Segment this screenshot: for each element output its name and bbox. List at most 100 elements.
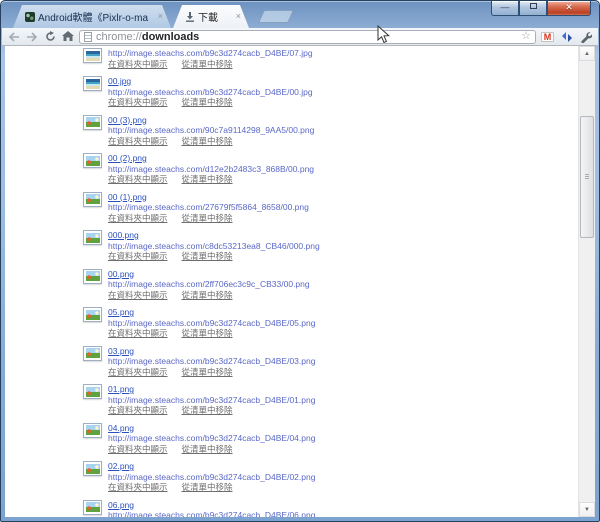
bookmark-star-icon[interactable]: ☆ xyxy=(521,31,531,42)
image-file-icon xyxy=(83,384,102,399)
downloads-list: http://image.steachs.com/b9c3d274cacb_D4… xyxy=(5,46,595,517)
download-source-url: http://image.steachs.com/b9c3d274cacb_D4… xyxy=(108,48,313,58)
new-tab-button[interactable] xyxy=(258,10,294,23)
show-in-folder-link[interactable]: 在資料夾中顯示 xyxy=(108,174,168,185)
download-filename-link[interactable]: 04.png xyxy=(108,423,134,434)
image-file-icon xyxy=(83,461,102,476)
download-source-url: http://image.steachs.com/27679f5f5864_86… xyxy=(108,202,309,212)
download-filename-link[interactable]: 02.png xyxy=(108,461,134,472)
download-filename-link[interactable]: 00.jpg xyxy=(108,76,131,87)
remove-from-list-link[interactable]: 從清單中移除 xyxy=(182,444,233,455)
titlebar: Android軟體《Pixlr-o-ma × 下載 × — ✕ xyxy=(1,1,599,28)
download-item-text: 03.png http://image.steachs.com/b9c3d274… xyxy=(108,346,315,378)
tab-android-article[interactable]: Android軟體《Pixlr-o-ma × xyxy=(13,5,171,28)
download-actions: 在資料夾中顯示 從清單中移除 xyxy=(108,136,314,147)
download-actions: 在資料夾中顯示 從清單中移除 xyxy=(108,251,320,262)
show-in-folder-link[interactable]: 在資料夾中顯示 xyxy=(108,213,168,224)
address-bar[interactable]: chrome://downloads ☆ xyxy=(79,29,536,44)
download-source-url: http://image.steachs.com/b9c3d274cacb_D4… xyxy=(108,356,316,366)
remove-from-list-link[interactable]: 從清單中移除 xyxy=(182,174,233,185)
show-in-folder-link[interactable]: 在資料夾中顯示 xyxy=(108,251,168,262)
remove-from-list-link[interactable]: 從清單中移除 xyxy=(182,290,233,301)
extension-icon[interactable] xyxy=(559,29,574,44)
remove-from-list-link[interactable]: 從清單中移除 xyxy=(182,367,233,378)
tab-downloads[interactable]: 下載 × xyxy=(173,5,249,28)
download-filename-link[interactable]: 03.png xyxy=(108,346,134,357)
download-item-text: 00 (2).png http://image.steachs.com/d12e… xyxy=(108,153,314,185)
download-filename-link[interactable]: 00 (2).png xyxy=(108,153,147,164)
tab-close-icon[interactable]: × xyxy=(158,12,163,21)
maximize-button[interactable] xyxy=(519,1,547,16)
browser-window: Android軟體《Pixlr-o-ma × 下載 × — ✕ chrome:/… xyxy=(0,0,600,522)
download-filename-link[interactable]: 000.png xyxy=(108,230,139,241)
remove-from-list-link[interactable]: 從清單中移除 xyxy=(182,136,233,147)
show-in-folder-link[interactable]: 在資料夾中顯示 xyxy=(108,290,168,301)
show-in-folder-link[interactable]: 在資料夾中顯示 xyxy=(108,405,168,416)
download-filename-link[interactable]: 06.png xyxy=(108,500,134,511)
show-in-folder-link[interactable]: 在資料夾中顯示 xyxy=(108,482,168,493)
download-item: 00.png http://image.steachs.com/2ff706ec… xyxy=(83,268,595,301)
forward-button[interactable] xyxy=(25,30,39,44)
download-filename-link[interactable]: 05.png xyxy=(108,307,134,318)
download-filename-link[interactable]: 00.png xyxy=(108,269,134,280)
download-actions: 在資料夾中顯示 從清單中移除 xyxy=(108,328,315,339)
downloads-page: http://image.steachs.com/b9c3d274cacb_D4… xyxy=(5,46,595,517)
image-file-icon xyxy=(83,114,102,130)
download-actions: 在資料夾中顯示 從清單中移除 xyxy=(108,59,313,70)
download-item-text: 00 (1).png http://image.steachs.com/2767… xyxy=(108,192,309,224)
image-file-icon xyxy=(83,153,102,168)
scroll-down-button[interactable]: ▼ xyxy=(579,502,595,517)
download-item: 00 (1).png http://image.steachs.com/2767… xyxy=(83,191,595,224)
remove-from-list-link[interactable]: 從清單中移除 xyxy=(182,328,233,339)
download-source-url: http://image.steachs.com/b9c3d274cacb_D4… xyxy=(108,433,316,443)
download-item: 01.png http://image.steachs.com/b9c3d274… xyxy=(83,384,595,416)
show-in-folder-link[interactable]: 在資料夾中顯示 xyxy=(108,59,168,70)
download-filename-link[interactable]: 01.png xyxy=(108,384,134,395)
download-item: 06.png http://image.steachs.com/b9c3d274… xyxy=(83,499,595,517)
download-actions: 在資料夾中顯示 從清單中移除 xyxy=(108,482,315,493)
vertical-scrollbar[interactable]: ▲ ▼ xyxy=(578,46,595,517)
remove-from-list-link[interactable]: 從清單中移除 xyxy=(182,213,233,224)
remove-from-list-link[interactable]: 從清單中移除 xyxy=(182,97,233,108)
minimize-button[interactable]: — xyxy=(491,1,519,16)
show-in-folder-link[interactable]: 在資料夾中顯示 xyxy=(108,367,168,378)
download-filename-link[interactable]: 00 (3).png xyxy=(108,115,147,126)
download-item: 000.png http://image.steachs.com/c8dc532… xyxy=(83,230,595,262)
remove-from-list-link[interactable]: 從清單中移除 xyxy=(182,482,233,493)
download-source-url: http://image.steachs.com/d12e2b2483c3_86… xyxy=(108,163,315,174)
remove-from-list-link[interactable]: 從清單中移除 xyxy=(182,59,233,70)
download-filename-link[interactable]: 00 (1).png xyxy=(108,192,147,203)
maximize-icon xyxy=(529,3,537,9)
reload-button[interactable] xyxy=(43,30,57,44)
remove-from-list-link[interactable]: 從清單中移除 xyxy=(182,251,233,262)
image-file-icon xyxy=(83,230,102,245)
back-button[interactable] xyxy=(7,30,21,44)
show-in-folder-link[interactable]: 在資料夾中顯示 xyxy=(108,97,168,108)
home-button[interactable] xyxy=(61,30,75,44)
browser-toolbar: chrome://downloads ☆ M xyxy=(2,28,598,46)
gmail-extension-icon[interactable]: M xyxy=(540,29,555,44)
tab-close-icon[interactable]: × xyxy=(236,12,241,21)
scrollbar-thumb[interactable] xyxy=(580,116,594,238)
download-actions: 在資料夾中顯示 從清單中移除 xyxy=(108,405,315,416)
download-item-text: 01.png http://image.steachs.com/b9c3d274… xyxy=(108,384,315,416)
show-in-folder-link[interactable]: 在資料夾中顯示 xyxy=(108,136,168,147)
show-in-folder-link[interactable]: 在資料夾中顯示 xyxy=(108,328,168,339)
wrench-menu-icon[interactable] xyxy=(578,29,593,44)
tab-title: 下載 xyxy=(198,13,218,24)
image-file-icon xyxy=(83,422,102,438)
remove-from-list-link[interactable]: 從清單中移除 xyxy=(182,405,233,416)
close-button[interactable]: ✕ xyxy=(547,1,591,16)
show-in-folder-link[interactable]: 在資料夾中顯示 xyxy=(108,444,168,455)
download-source-url: http://image.steachs.com/2ff706ec3c9c_CB… xyxy=(108,279,310,289)
download-item: 00 (2).png http://image.steachs.com/d12e… xyxy=(83,153,595,185)
url-text[interactable]: chrome://downloads xyxy=(96,31,517,43)
scroll-up-button[interactable]: ▲ xyxy=(579,46,595,61)
download-actions: 在資料夾中顯示 從清單中移除 xyxy=(108,367,315,378)
download-item: 04.png http://image.steachs.com/b9c3d274… xyxy=(83,422,595,455)
download-item: 05.png http://image.steachs.com/b9c3d274… xyxy=(83,307,595,339)
download-actions: 在資料夾中顯示 從清單中移除 xyxy=(108,444,315,455)
image-file-icon xyxy=(83,345,102,361)
mouse-cursor xyxy=(377,24,391,49)
window-controls: — ✕ xyxy=(491,1,591,16)
